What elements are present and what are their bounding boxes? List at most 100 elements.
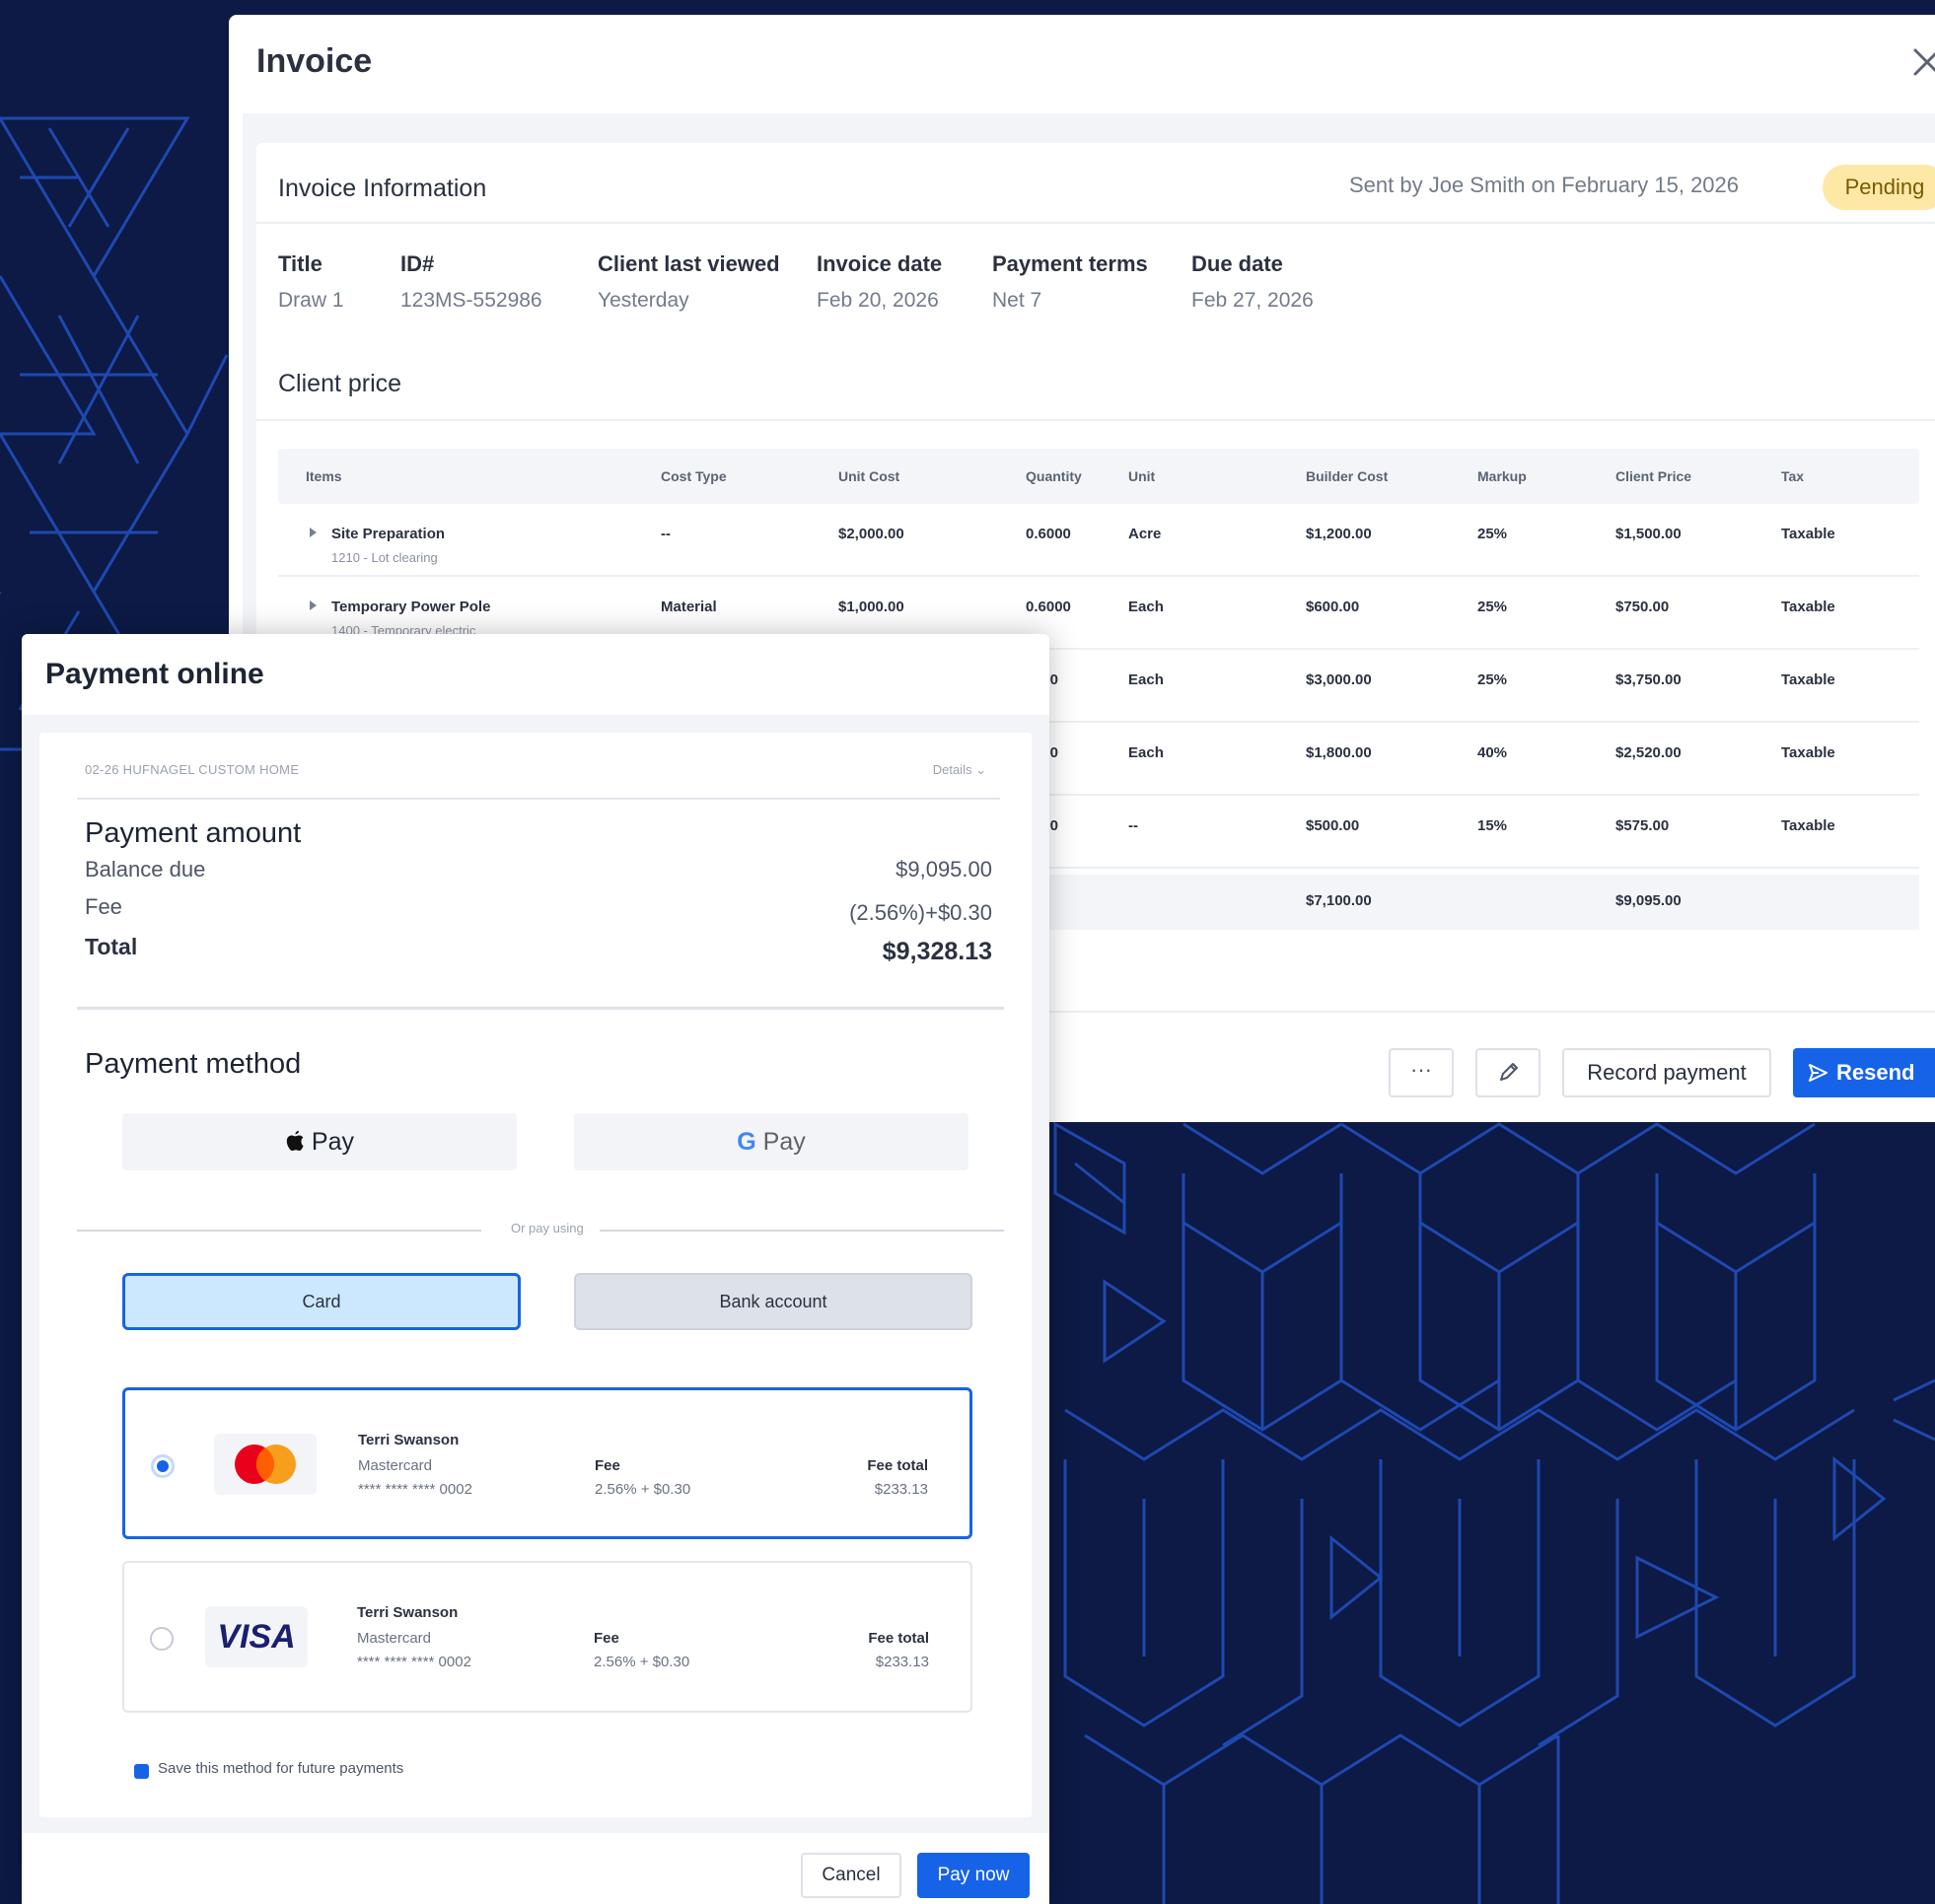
- field-value: Draw 1: [278, 289, 344, 312]
- unit: Acre: [1128, 526, 1162, 542]
- card-type: Mastercard: [358, 1457, 433, 1474]
- apple-pay-label: Pay: [311, 1128, 355, 1156]
- client-price-total: $9,095.00: [1615, 892, 1682, 909]
- item-name: Site Preparation: [331, 526, 446, 542]
- client-price: $575.00: [1615, 817, 1670, 834]
- payment-footer: Cancel Pay now: [22, 1833, 1049, 1904]
- apple-pay-button[interactable]: Pay: [122, 1113, 517, 1170]
- client-price: $3,750.00: [1615, 671, 1682, 688]
- markup: 15%: [1477, 817, 1508, 834]
- payment-method-title: Payment method: [85, 1048, 302, 1080]
- details-dropdown[interactable]: Details ⌄: [933, 762, 986, 778]
- column-header: Items: [306, 468, 342, 484]
- balance-due-label: Balance due: [85, 857, 206, 881]
- field-value: Feb 27, 2026: [1191, 289, 1314, 312]
- fee-label: Fee: [85, 894, 122, 919]
- payment-method-option[interactable]: VISA Terri Swanson Mastercard **** **** …: [122, 1561, 972, 1713]
- more-options-button[interactable]: ···: [1389, 1048, 1454, 1097]
- payment-card: 02-26 HUFNAGEL CUSTOM HOME Details ⌄ Pay…: [39, 733, 1032, 1817]
- save-method-label: Save this method for future payments: [158, 1760, 404, 1777]
- invoice-fields: Title Draw 1 ID# 123MS-552986 Client las…: [256, 251, 1935, 330]
- quantity: 0.6000: [1026, 599, 1071, 615]
- field-payment-terms: Payment terms Net 7: [992, 251, 1148, 313]
- field-due-date: Due date Feb 27, 2026: [1191, 251, 1314, 313]
- expand-caret-icon[interactable]: [310, 600, 317, 610]
- quantity: 0.6000: [1026, 526, 1071, 542]
- item-code: 1210 - Lot clearing: [331, 550, 438, 565]
- google-pay-button[interactable]: G Pay: [574, 1113, 968, 1170]
- record-payment-button[interactable]: Record payment: [1562, 1048, 1771, 1097]
- card-number: **** **** **** 0002: [358, 1481, 472, 1498]
- builder-cost: $1,800.00: [1306, 744, 1372, 761]
- mastercard-icon: [214, 1434, 317, 1495]
- field-label: Title: [278, 251, 322, 276]
- builder-cost: $1,200.00: [1306, 526, 1372, 542]
- field-label: Payment terms: [992, 251, 1148, 276]
- close-icon[interactable]: [1907, 42, 1935, 82]
- fee-value: 2.56% + $0.30: [595, 1481, 691, 1498]
- radio-unselected[interactable]: [150, 1627, 174, 1651]
- builder-cost: $500.00: [1306, 817, 1360, 834]
- field-value: Yesterday: [598, 289, 689, 312]
- radio-selected[interactable]: [151, 1454, 175, 1478]
- fee-value: (2.56%)+$0.30: [849, 900, 992, 925]
- fee-label: Fee: [595, 1457, 620, 1474]
- status-badge: Pending: [1823, 165, 1935, 210]
- pay-now-button[interactable]: Pay now: [917, 1853, 1030, 1898]
- card-type: Mastercard: [357, 1630, 432, 1647]
- project-name: 02-26 HUFNAGEL CUSTOM HOME: [85, 762, 300, 777]
- save-method-checkbox[interactable]: [134, 1764, 149, 1779]
- field-label: ID#: [400, 251, 435, 276]
- payment-method-option[interactable]: Terri Swanson Mastercard **** **** **** …: [122, 1387, 972, 1539]
- card-tab[interactable]: Card: [122, 1273, 521, 1330]
- resend-button[interactable]: Resend: [1793, 1048, 1935, 1097]
- fee-value: 2.56% + $0.30: [594, 1654, 690, 1670]
- divider: [77, 1007, 1004, 1010]
- google-pay-label: Pay: [762, 1128, 806, 1156]
- column-header: Markup: [1477, 468, 1527, 484]
- builder-cost-total: $7,100.00: [1306, 892, 1372, 909]
- table-row[interactable]: Site Preparation 1210 - Lot clearing -- …: [278, 504, 1919, 577]
- invoice-information-title: Invoice Information: [278, 175, 487, 202]
- field-value: 123MS-552986: [400, 289, 542, 312]
- divider: [77, 1230, 481, 1232]
- fee-label: Fee: [594, 1630, 619, 1647]
- expand-caret-icon[interactable]: [310, 528, 317, 537]
- item-name: Temporary Power Pole: [331, 599, 491, 615]
- markup: 40%: [1477, 744, 1508, 761]
- edit-button[interactable]: [1475, 1048, 1541, 1097]
- tax: Taxable: [1781, 671, 1835, 688]
- column-header: Quantity: [1026, 468, 1082, 484]
- bank-account-tab[interactable]: Bank account: [574, 1273, 972, 1330]
- field-label: Due date: [1191, 251, 1283, 276]
- client-price: $1,500.00: [1615, 526, 1682, 542]
- tax: Taxable: [1781, 817, 1835, 834]
- payment-amount-title: Payment amount: [85, 817, 302, 849]
- column-header: Builder Cost: [1306, 468, 1389, 484]
- payment-header: Payment online: [22, 634, 1049, 715]
- unit: --: [1128, 817, 1138, 834]
- column-header: Cost Type: [661, 468, 727, 484]
- cancel-button[interactable]: Cancel: [801, 1853, 901, 1898]
- field-label: Client last viewed: [598, 251, 780, 276]
- payment-title: Payment online: [45, 658, 264, 690]
- field-value: Net 7: [992, 289, 1042, 312]
- client-price: $750.00: [1615, 599, 1670, 615]
- total-value: $9,328.13: [882, 938, 992, 965]
- client-price: $2,520.00: [1615, 744, 1682, 761]
- column-header: Client Price: [1615, 468, 1692, 484]
- pencil-icon: [1500, 1063, 1518, 1081]
- details-label: Details: [932, 762, 972, 777]
- or-pay-using-text: Or pay using: [511, 1221, 584, 1235]
- fee-total-value: $233.13: [875, 1654, 929, 1670]
- fee-total-label: Fee total: [868, 1630, 929, 1647]
- tax: Taxable: [1781, 744, 1835, 761]
- markup: 25%: [1477, 599, 1508, 615]
- field-label: Invoice date: [817, 251, 943, 276]
- chevron-down-icon: ⌄: [975, 762, 986, 777]
- table-header: Items Cost Type Unit Cost Quantity Unit …: [278, 449, 1919, 504]
- markup: 25%: [1477, 526, 1508, 542]
- apple-icon: [285, 1128, 312, 1156]
- payment-online-window: Payment online 02-26 HUFNAGEL CUSTOM HOM…: [22, 634, 1049, 1904]
- invoice-title: Invoice: [256, 42, 373, 80]
